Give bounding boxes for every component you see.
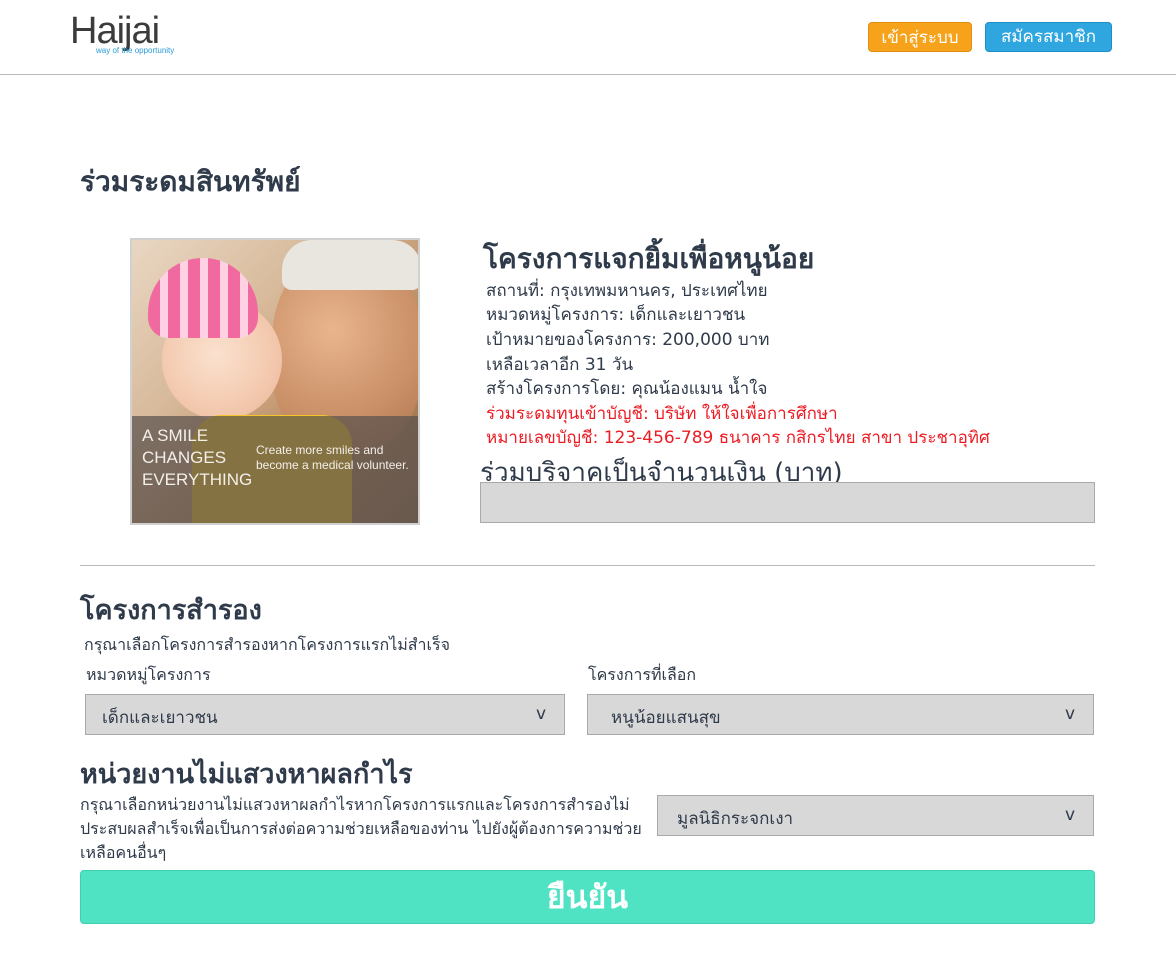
backup-project-value: หนูน้อยแสนสุข bbox=[611, 708, 721, 728]
image-subtext: Create more smiles and become a medical … bbox=[256, 443, 409, 472]
project-creator: สร้างโครงการโดย: คุณน้องแมน น้ำใจ bbox=[486, 379, 768, 399]
backup-category-label: หมวดหมู่โครงการ bbox=[86, 665, 211, 684]
confirm-button[interactable]: ยืนยัน bbox=[80, 870, 1095, 924]
chevron-down-icon: v bbox=[1064, 805, 1075, 825]
project-location: สถานที่: กรุงเทพมหานคร, ประเทศไทย bbox=[486, 281, 768, 301]
chevron-down-icon: v bbox=[535, 704, 546, 724]
project-goal: เป้าหมายของโครงการ: 200,000 บาท bbox=[486, 330, 770, 350]
login-button[interactable]: เข้าสู่ระบบ bbox=[868, 22, 972, 52]
account-name: ร่วมระดมทุนเข้าบัญชี: บริษัท ให้ใจเพื่อก… bbox=[486, 404, 838, 424]
backup-project-title: โครงการสำรอง bbox=[80, 595, 262, 626]
section-divider bbox=[80, 565, 1095, 566]
project-name: โครงการแจกยิ้มเพื่อหนูน้อย bbox=[483, 242, 815, 275]
project-time-left: เหลือเวลาอีก 31 วัน bbox=[486, 355, 634, 375]
account-number: หมายเลขบัญชี: 123-456-789 ธนาคาร กสิกรไท… bbox=[486, 428, 990, 448]
register-button[interactable]: สมัครสมาชิก bbox=[985, 22, 1112, 52]
project-image: A SMILE CHANGES EVERYTHING Create more s… bbox=[130, 238, 420, 525]
nonprofit-description: กรุณาเลือกหน่วยงานไม่แสวงหาผลกำไรหากโครง… bbox=[80, 795, 642, 862]
page-title: ร่วมระดมสินทรัพย์ bbox=[80, 165, 301, 198]
haijai-logo[interactable]: Haijai way of the opportunity bbox=[70, 10, 192, 58]
donate-amount-input[interactable] bbox=[480, 482, 1095, 523]
site-header: Haijai way of the opportunity เข้าสู่ระบ… bbox=[0, 0, 1176, 75]
nonprofit-title: หน่วยงานไม่แสวงหาผลกำไร bbox=[80, 759, 413, 790]
chevron-down-icon: v bbox=[1064, 704, 1075, 724]
backup-project-description: กรุณาเลือกโครงการสำรองหากโครงการแรกไม่สำ… bbox=[84, 635, 450, 654]
nonprofit-value: มูลนิธิกระจกเงา bbox=[677, 809, 794, 829]
backup-project-label: โครงการที่เลือก bbox=[588, 665, 697, 684]
backup-category-value: เด็กและเยาวชน bbox=[102, 708, 218, 728]
project-category: หมวดหมู่โครงการ: เด็กและเยาวชน bbox=[486, 305, 746, 325]
backup-project-select[interactable]: หนูน้อยแสนสุข v bbox=[587, 694, 1094, 735]
backup-category-select[interactable]: เด็กและเยาวชน v bbox=[85, 694, 565, 735]
nonprofit-select[interactable]: มูลนิธิกระจกเงา v bbox=[657, 795, 1094, 836]
logo-tagline: way of the opportunity bbox=[96, 46, 175, 55]
image-man-hair bbox=[282, 240, 418, 290]
image-headline: A SMILE CHANGES EVERYTHING bbox=[142, 426, 253, 489]
